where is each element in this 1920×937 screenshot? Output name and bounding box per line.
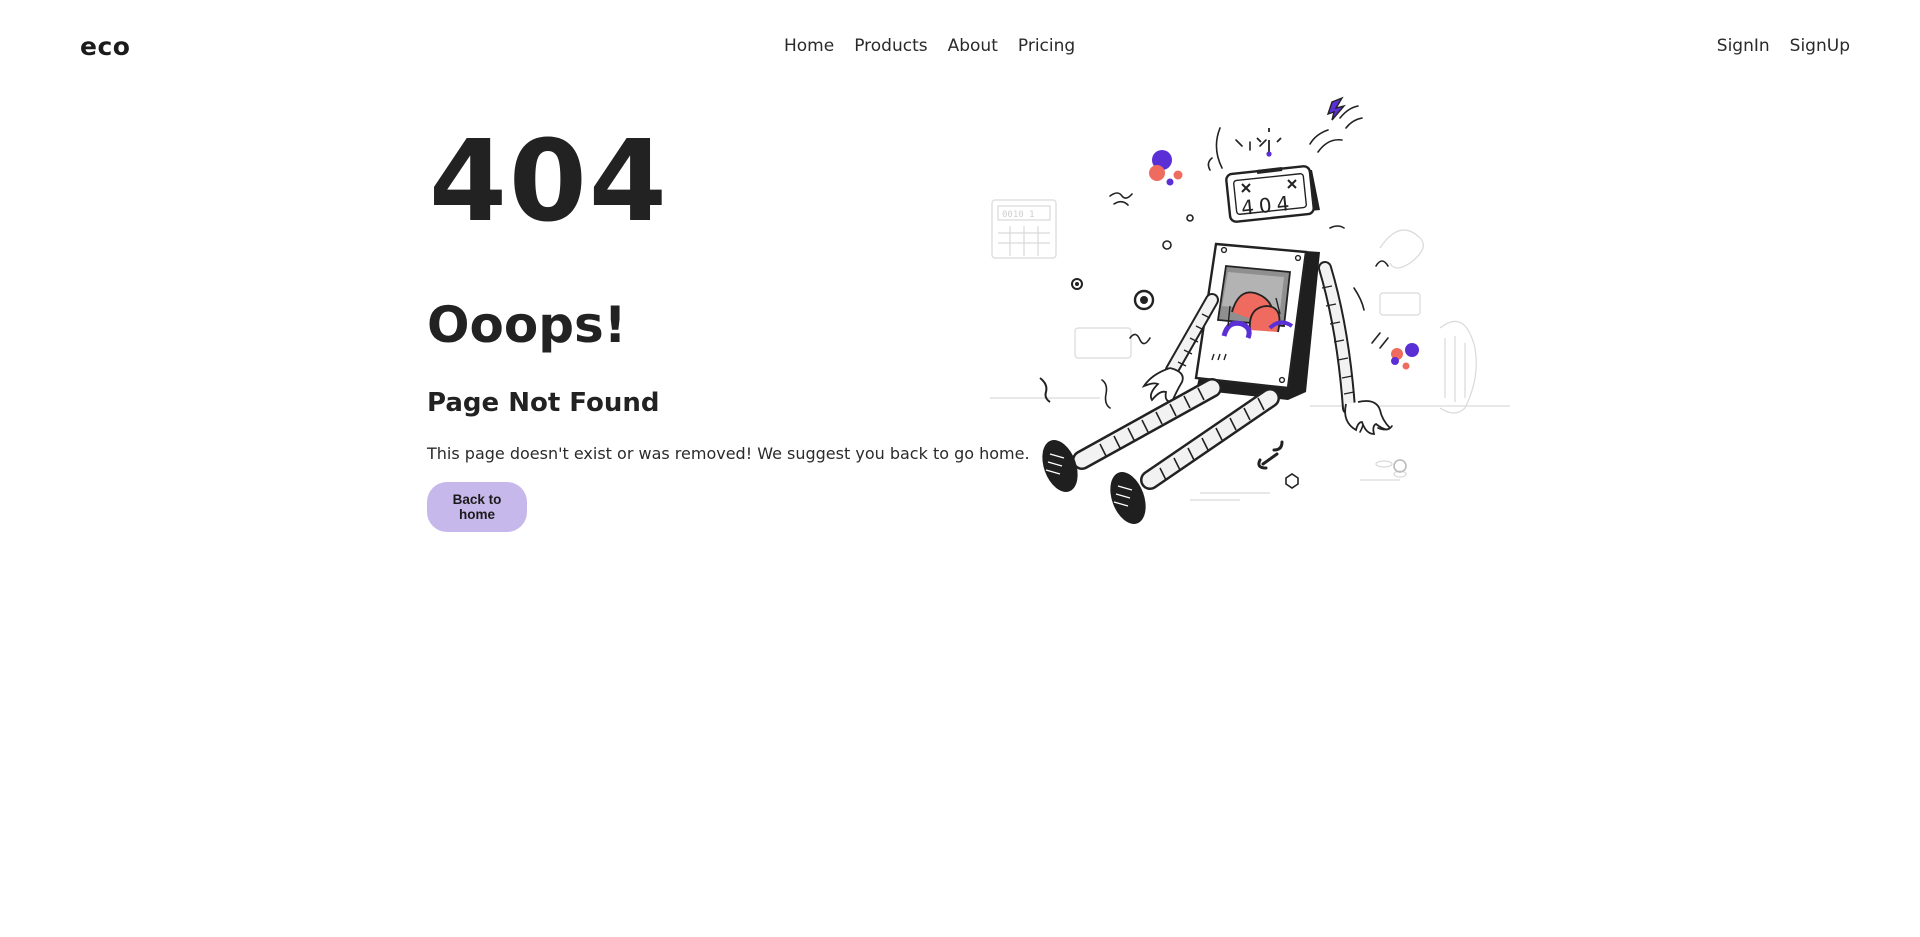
robot-svg: 404 0010 1 xyxy=(990,96,1510,524)
error-code: 404 xyxy=(429,117,669,247)
site-header: eco Home Products About Pricing SignIn S… xyxy=(0,0,1920,96)
nav-products-link[interactable]: Products xyxy=(854,36,927,56)
back-to-home-button[interactable]: Back to home xyxy=(427,482,527,532)
robot-right-arm xyxy=(1318,261,1392,435)
signup-link[interactable]: SignUp xyxy=(1790,36,1850,56)
panel-text: 0010 1 xyxy=(1002,210,1035,220)
robot-body xyxy=(1194,242,1320,400)
error-headline: Ooops! xyxy=(427,296,627,354)
nav-home-link[interactable]: Home xyxy=(784,36,834,56)
robot-head: 404 xyxy=(1225,165,1320,223)
broken-robot-illustration: 404 0010 1 xyxy=(980,88,1520,538)
error-subheadline: Page Not Found xyxy=(427,388,660,418)
main-nav: Home Products About Pricing xyxy=(784,36,1075,56)
signin-link[interactable]: SignIn xyxy=(1717,36,1770,56)
logo[interactable]: eco xyxy=(80,32,130,61)
nav-about-link[interactable]: About xyxy=(948,36,998,56)
auth-links: SignIn SignUp xyxy=(1717,36,1850,56)
error-description: This page doesn't exist or was removed! … xyxy=(427,444,1030,463)
error-content: 404 Ooops! Page Not Found This page does… xyxy=(427,112,1030,532)
robot-right-leg xyxy=(1110,388,1280,524)
nav-pricing-link[interactable]: Pricing xyxy=(1018,36,1075,56)
page: eco Home Products About Pricing SignIn S… xyxy=(0,0,1920,937)
robot-antenna xyxy=(1256,128,1282,157)
